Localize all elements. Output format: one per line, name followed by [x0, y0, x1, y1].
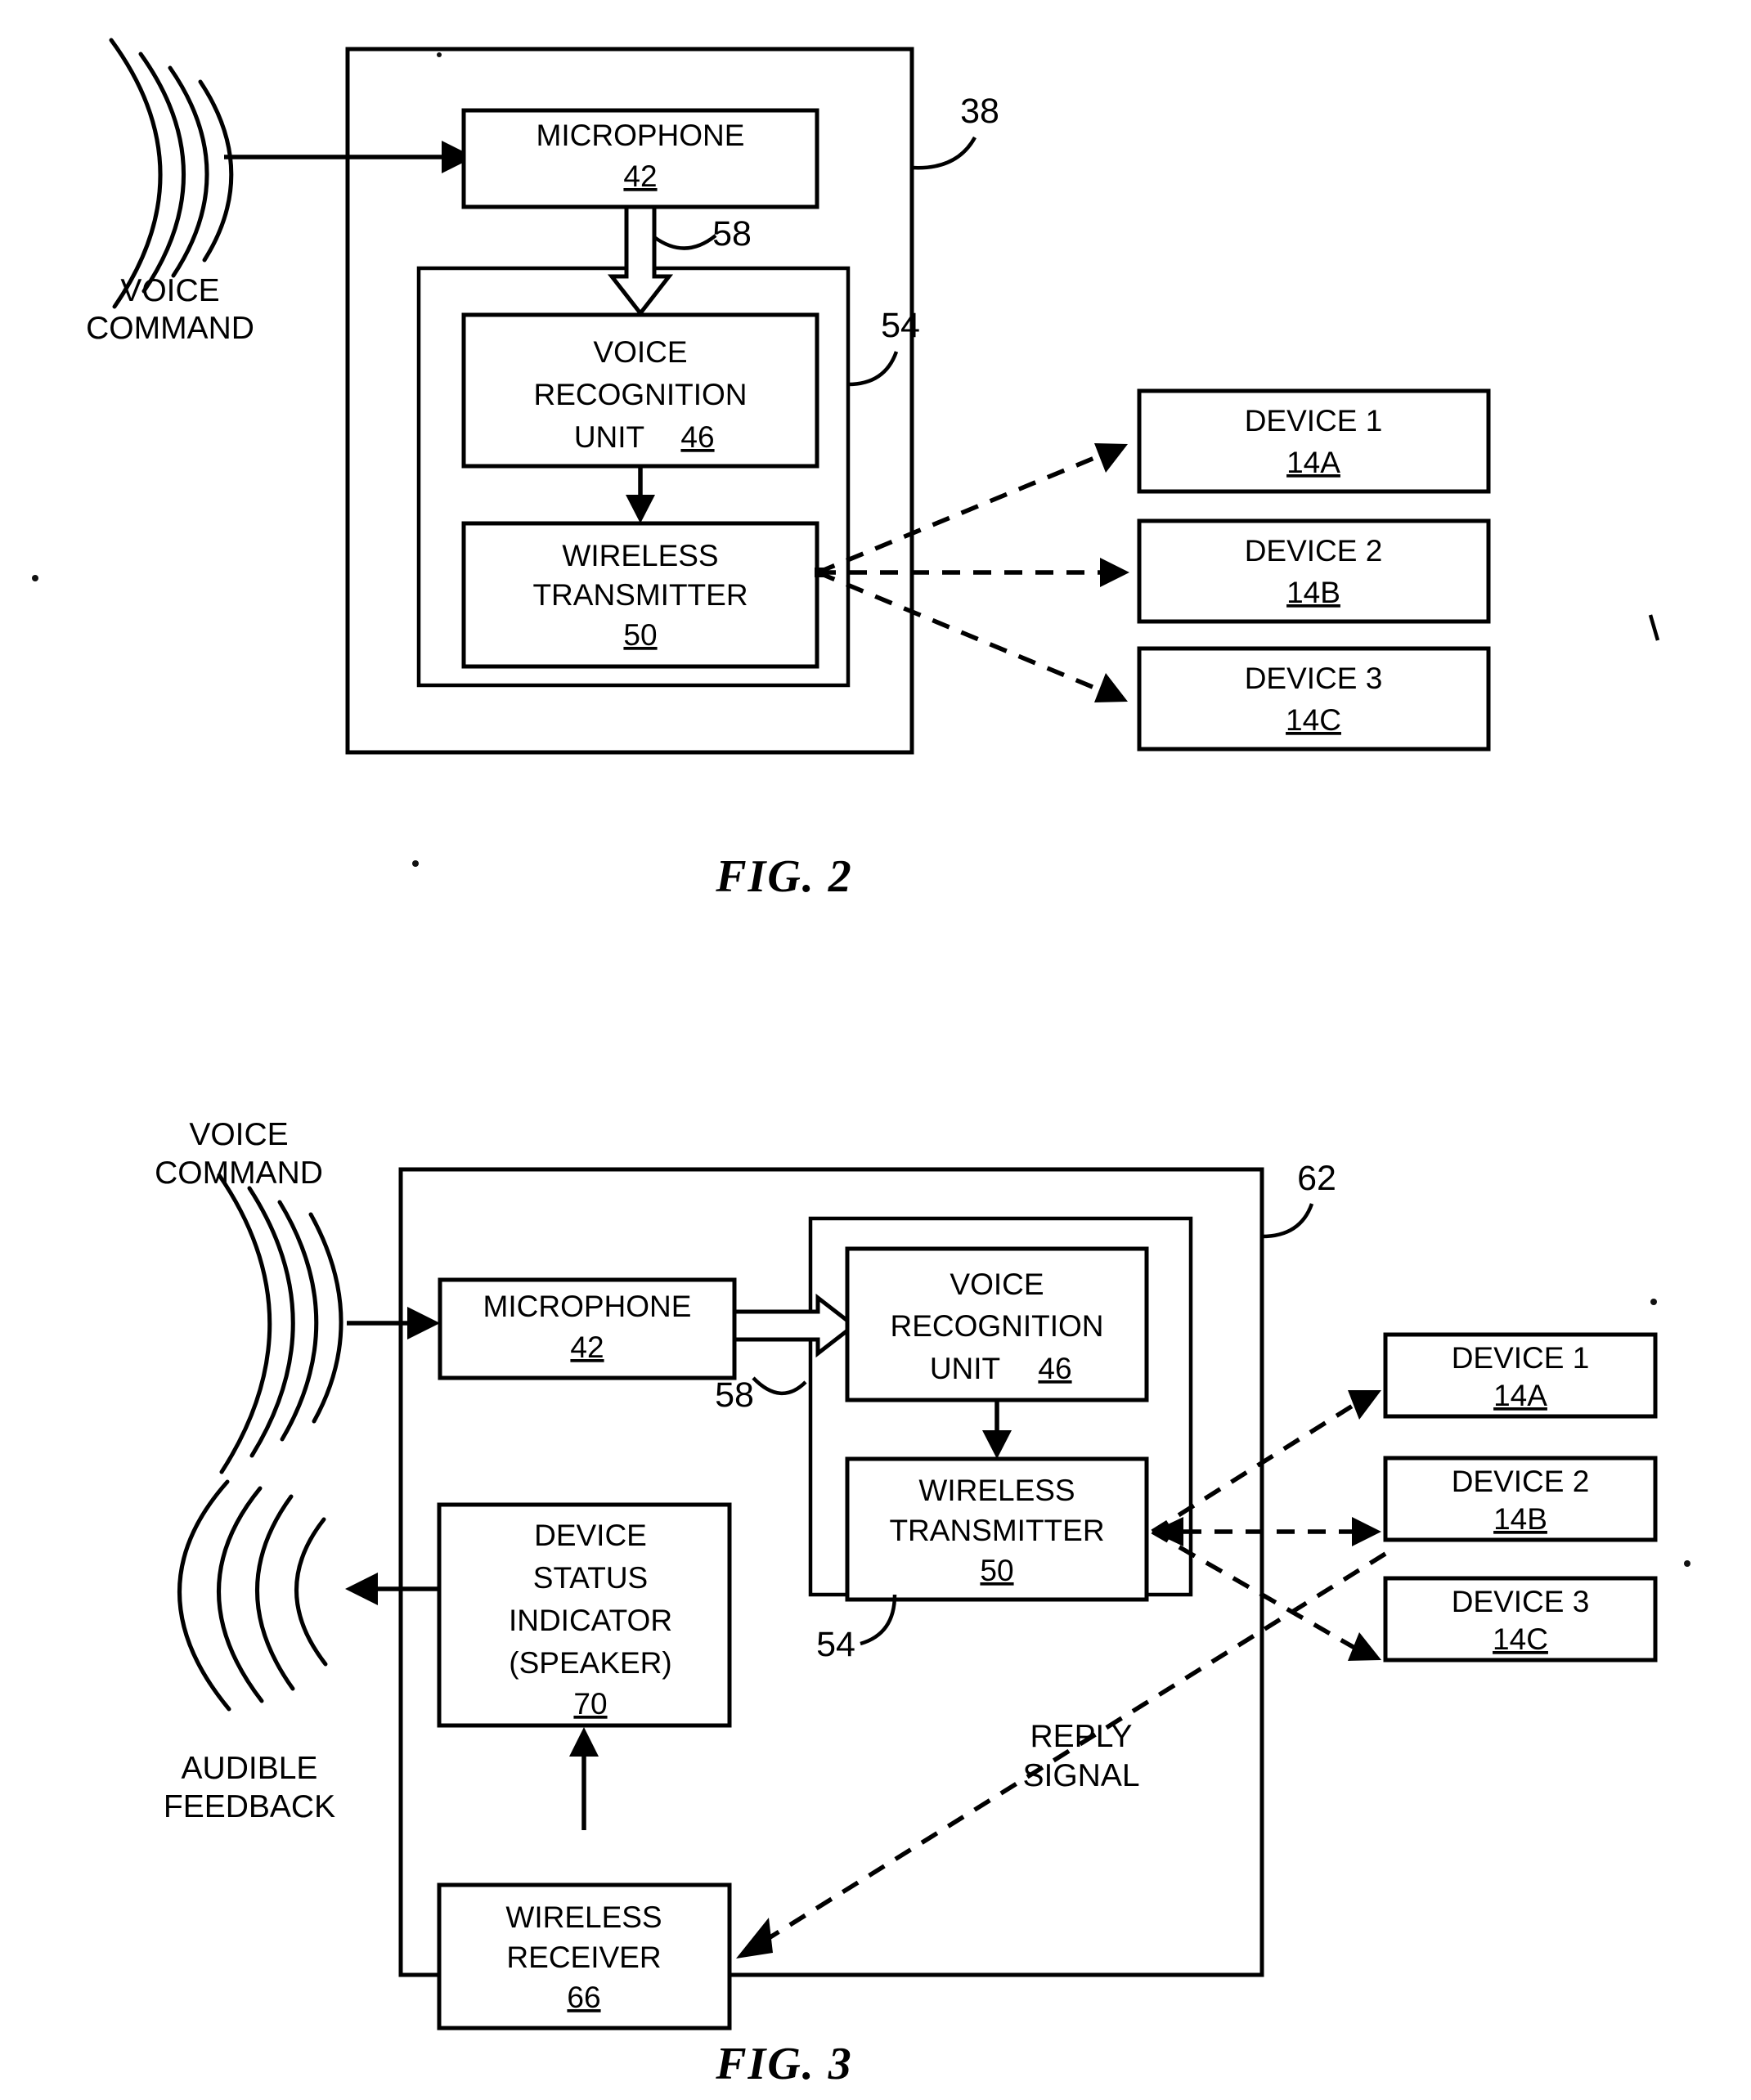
fig3-device-1-ref: 14A: [1493, 1379, 1547, 1412]
fig2-voice-command-label-line2: COMMAND: [86, 311, 254, 346]
fig3-vru-ref: 46: [1038, 1352, 1071, 1385]
fig3-transmitter-ref: 50: [980, 1554, 1013, 1587]
fig2-device-2-ref: 14B: [1286, 576, 1340, 609]
fig3-ref-58: 58: [715, 1375, 754, 1415]
page-speck: [32, 575, 38, 581]
fig3-ref-62: 62: [1297, 1159, 1336, 1198]
fig3-reply-signal-label-line1: REPLY: [1030, 1719, 1133, 1754]
fig2-ref-54: 54: [881, 306, 920, 345]
fig3-transmitter-title-line1: WIRELESS: [918, 1474, 1075, 1507]
figure-2: VOICE COMMAND 38 MICROPHONE 42 58 VOICE …: [32, 38, 1660, 902]
fig2-device-1-title: DEVICE 1: [1245, 404, 1383, 438]
fig3-receiver-ref: 66: [567, 1981, 600, 2014]
page-stray-mark: [1648, 614, 1660, 641]
fig3-voice-command-label-line2: COMMAND: [155, 1155, 323, 1191]
fig2-vru-title-line1: VOICE: [593, 335, 687, 369]
fig3-vru-title-line3: UNIT: [930, 1352, 1000, 1385]
fig2-transmitter-antenna-node: [815, 568, 824, 577]
fig3-indicator-ref: 70: [573, 1687, 607, 1721]
fig3-receiver-title-line2: RECEIVER: [506, 1941, 661, 1974]
fig3-ref-62-leader: [1261, 1203, 1314, 1239]
fig2-microphone-title: MICROPHONE: [537, 119, 745, 152]
fig2-vru-title-line3: UNIT: [574, 420, 644, 454]
fig2-ref-38: 38: [960, 92, 999, 131]
fig2-transmitter-title-line1: WIRELESS: [562, 539, 718, 572]
fig3-indicator-title-line4: (SPEAKER): [509, 1646, 671, 1680]
fig3-microphone-ref: 42: [570, 1330, 604, 1364]
fig2-microphone-ref: 42: [623, 159, 657, 193]
fig3-device-1-title: DEVICE 1: [1452, 1341, 1590, 1375]
fig3-vru-title-line1: VOICE: [950, 1268, 1044, 1301]
page-speck: [1650, 1299, 1657, 1305]
figure-3: VOICE COMMAND 62 MICROPHONE 42 58 VOICE: [155, 1117, 1690, 2089]
fig3-receiver-title-line1: WIRELESS: [505, 1900, 662, 1934]
fig3-voice-command-label-line1: VOICE: [189, 1117, 288, 1152]
fig3-device-3-ref: 14C: [1493, 1622, 1548, 1656]
fig2-device-1-ref: 14A: [1286, 446, 1340, 479]
fig2-ref-58: 58: [712, 214, 752, 254]
fig2-device-3-ref: 14C: [1286, 703, 1341, 737]
fig3-audible-feedback-label-line2: FEEDBACK: [164, 1789, 335, 1824]
fig2-transmitter-ref: 50: [623, 618, 657, 652]
fig3-indicator-title-line2: STATUS: [533, 1561, 648, 1595]
fig2-caption: FIG. 2: [715, 851, 853, 902]
fig3-device-2-title: DEVICE 2: [1452, 1465, 1590, 1498]
fig3-audible-feedback-sound-wave-icon: [177, 1479, 328, 1712]
fig2-transmitter-title-line2: TRANSMITTER: [532, 578, 748, 612]
fig2-device-3-title: DEVICE 3: [1245, 662, 1383, 695]
fig2-vru-ref: 46: [680, 420, 714, 454]
fig3-transmitter-title-line2: TRANSMITTER: [889, 1514, 1104, 1547]
fig3-microphone-title: MICROPHONE: [483, 1290, 692, 1323]
fig2-sound-wave-icon: [109, 38, 234, 309]
fig2-voice-command-label-line1: VOICE: [120, 273, 219, 308]
fig3-vru-title-line2: RECOGNITION: [890, 1309, 1103, 1343]
fig3-reply-signal-label-line2: SIGNAL: [1022, 1758, 1139, 1793]
fig2-vru-title-line2: RECOGNITION: [533, 378, 747, 411]
fig3-device-2-ref: 14B: [1493, 1502, 1547, 1536]
fig3-ref-54: 54: [816, 1625, 855, 1664]
patent-drawing-sheet: VOICE COMMAND 38 MICROPHONE 42 58 VOICE …: [0, 0, 1751, 2100]
page-speck: [437, 52, 442, 57]
fig3-voice-sound-wave-icon: [217, 1173, 343, 1474]
fig3-indicator-title-line3: INDICATOR: [509, 1604, 672, 1637]
fig3-device-3-title: DEVICE 3: [1452, 1585, 1590, 1618]
fig2-device-2-title: DEVICE 2: [1245, 534, 1383, 568]
page-speck: [412, 860, 419, 867]
fig3-caption: FIG. 3: [715, 2039, 853, 2089]
page-speck: [1684, 1560, 1690, 1567]
fig3-audible-feedback-label-line1: AUDIBLE: [182, 1751, 318, 1786]
fig2-ref-38-leader: [911, 136, 977, 170]
fig3-indicator-title-line1: DEVICE: [534, 1519, 647, 1552]
